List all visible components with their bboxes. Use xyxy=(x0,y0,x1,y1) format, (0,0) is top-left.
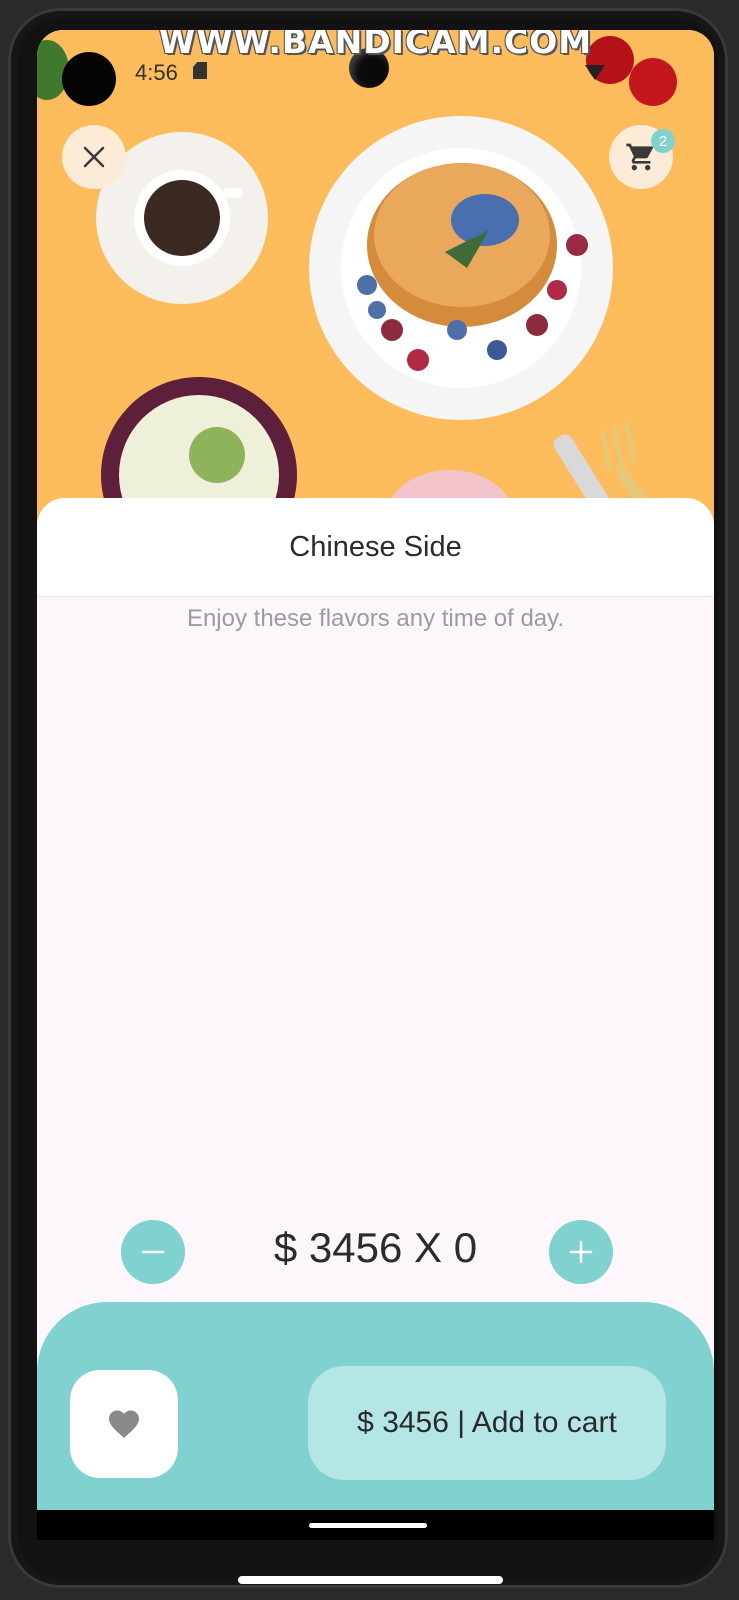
favorite-button[interactable] xyxy=(70,1370,178,1478)
quantity-row: $ 3456 X 0 xyxy=(37,1220,714,1286)
product-description: Enjoy these flavors any time of day. xyxy=(186,605,565,632)
home-gesture-handle[interactable] xyxy=(309,1523,427,1528)
add-to-cart-button[interactable]: $ 3456 | Add to cart xyxy=(308,1366,666,1480)
system-nav-bar xyxy=(37,1510,714,1540)
bottom-action-bar: $ 3456 | Add to cart xyxy=(37,1302,714,1510)
outer-gesture-bar xyxy=(238,1576,503,1584)
sd-card-icon xyxy=(193,62,207,79)
watermark: WWW.BANDICAM.COM xyxy=(158,30,593,61)
status-time: 4:56 xyxy=(135,60,178,85)
heart-icon xyxy=(109,1410,139,1439)
cart-count-badge: 2 xyxy=(651,129,675,153)
sheet-header: Chinese Side xyxy=(37,498,714,597)
hero-image: WWW.BANDICAM.COM 4:56 2 xyxy=(37,30,714,540)
cart-button[interactable]: 2 xyxy=(609,125,675,189)
app-screen: WWW.BANDICAM.COM 4:56 2 Chinese Side Enj… xyxy=(37,30,714,1510)
close-button[interactable] xyxy=(62,125,126,189)
product-title: Chinese Side xyxy=(289,530,462,563)
increase-quantity-button[interactable] xyxy=(549,1220,613,1284)
plus-icon xyxy=(569,1240,593,1264)
close-icon xyxy=(83,146,105,168)
food-illustration xyxy=(37,36,677,540)
